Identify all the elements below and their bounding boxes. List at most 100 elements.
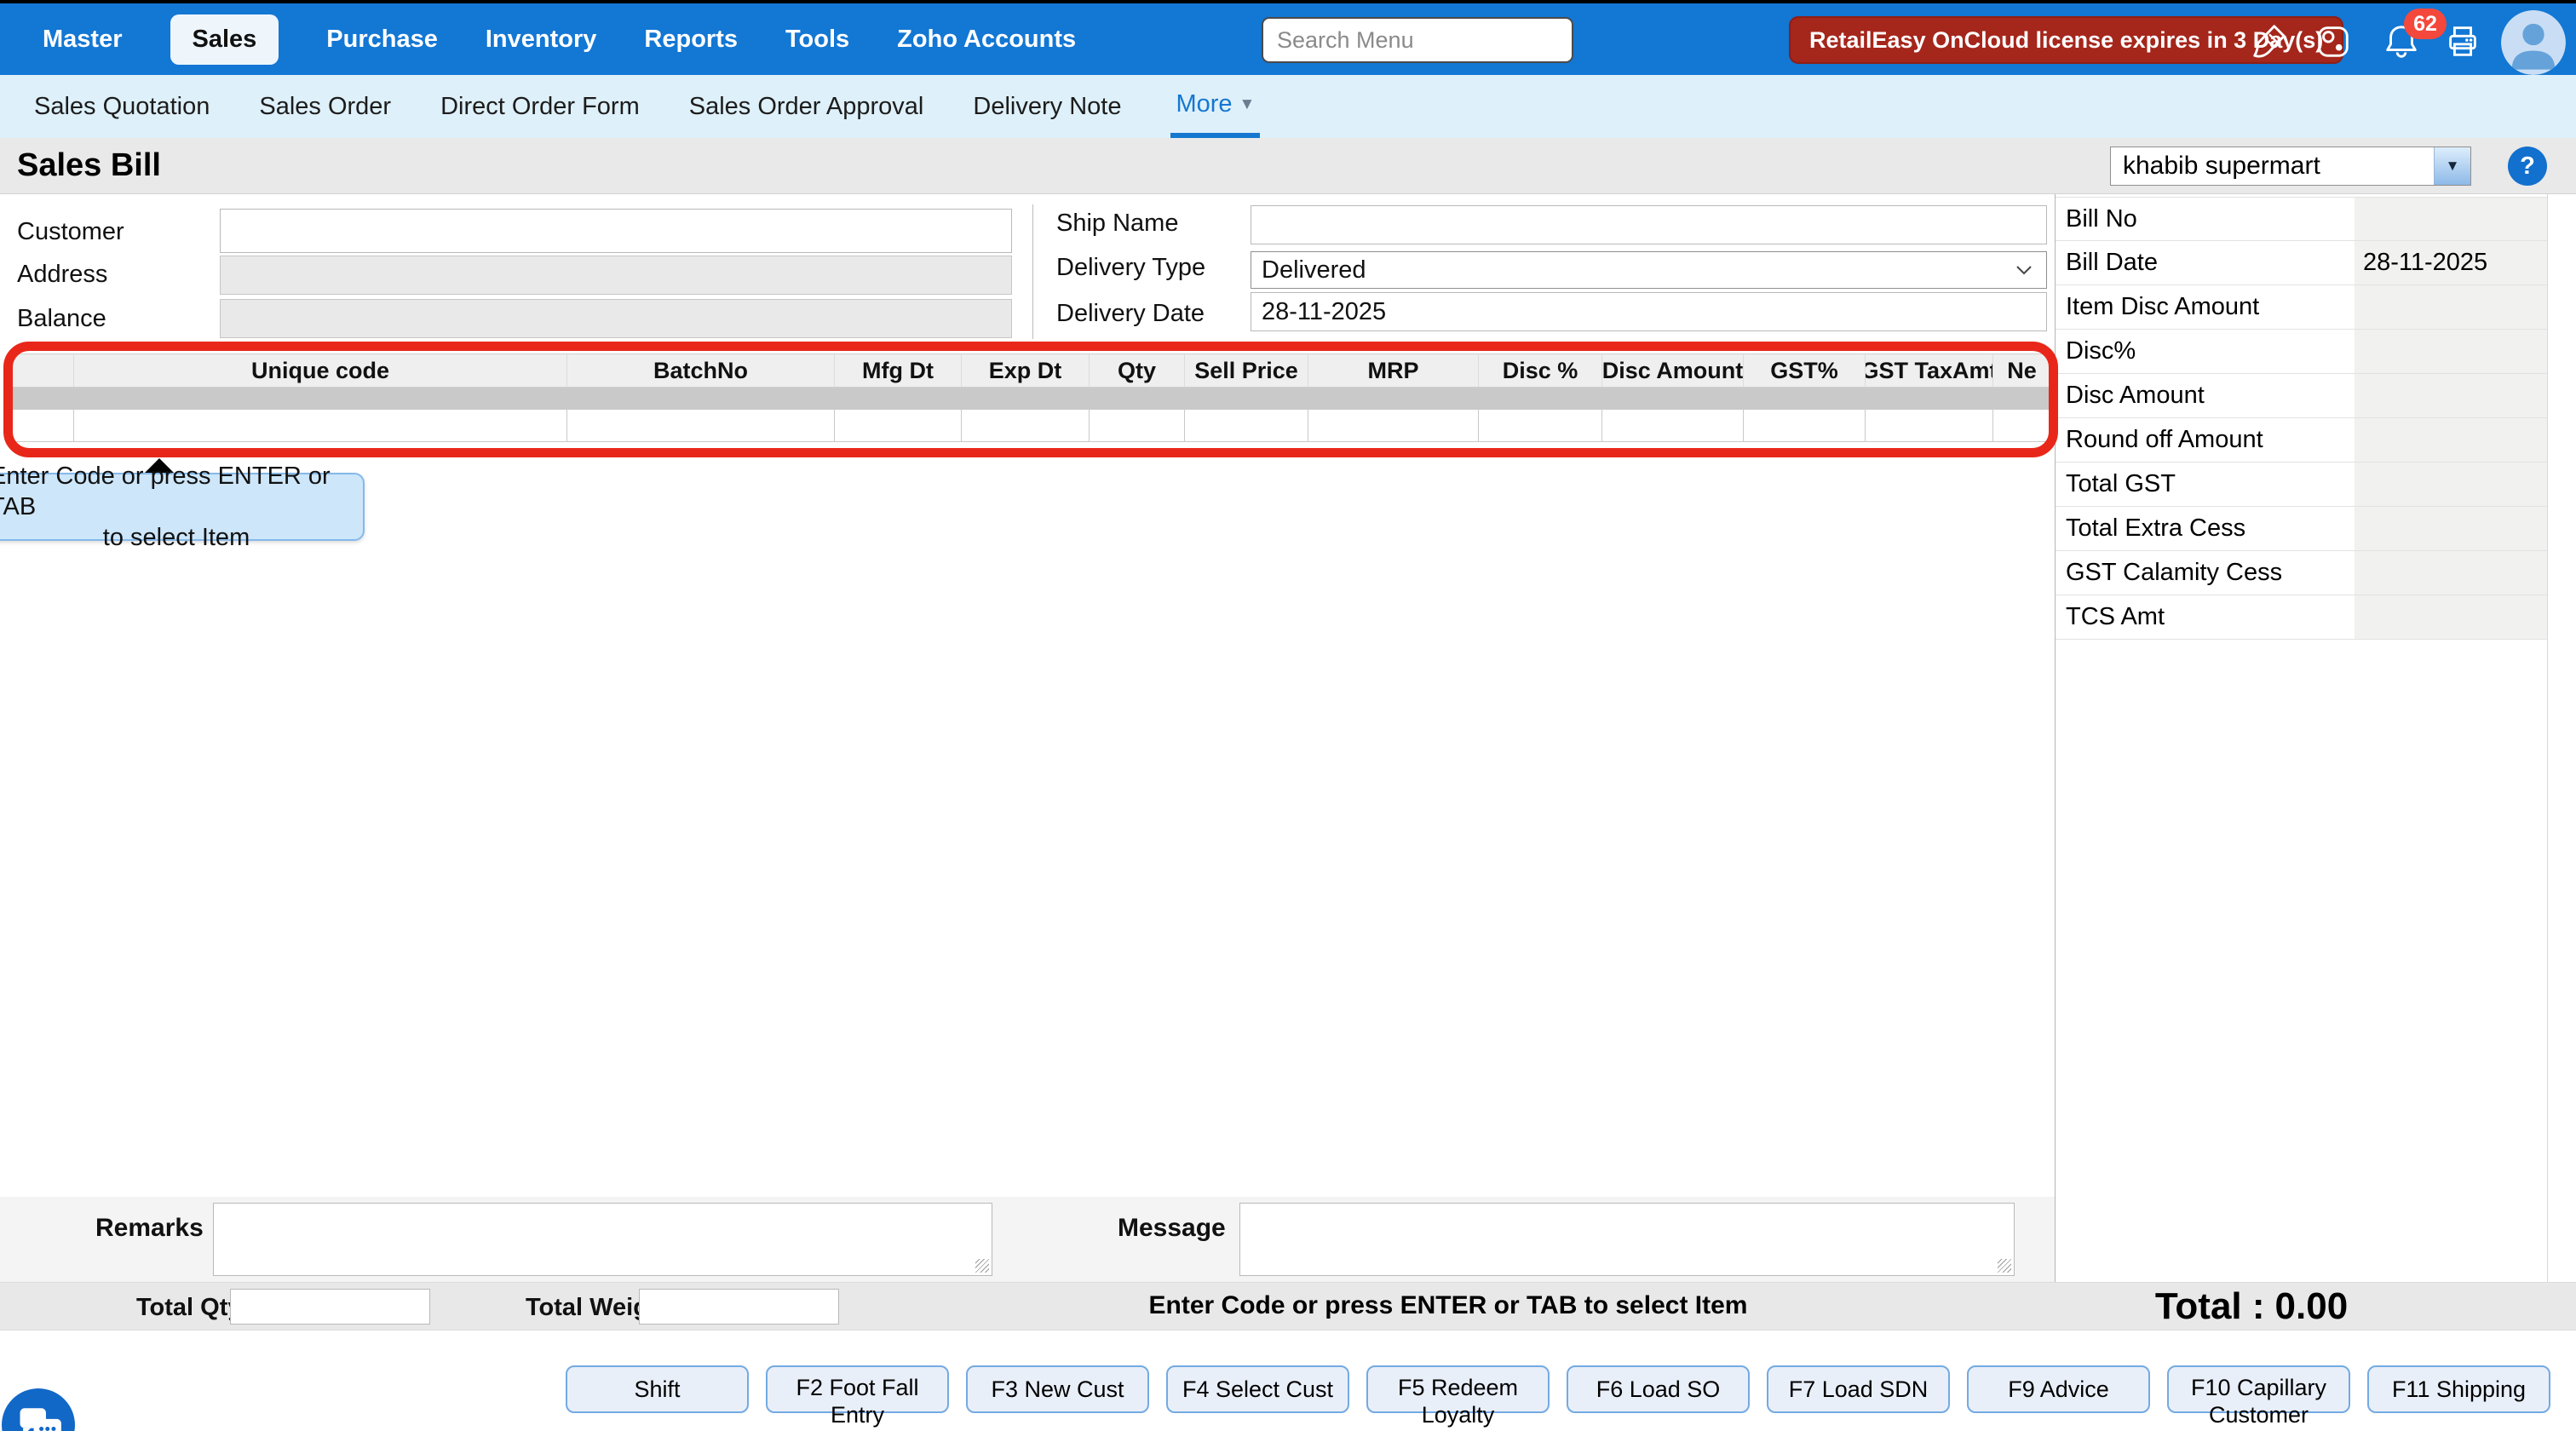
summary-label: Total GST	[2056, 463, 2351, 506]
offers-icon[interactable]	[2314, 22, 2353, 61]
chat-icon[interactable]	[2, 1388, 75, 1431]
address-label: Address	[17, 261, 107, 289]
item-code-hint: Enter Code or press ENTER or TAB to sele…	[1149, 1291, 1748, 1320]
summary-row-tcs-amt: TCS Amt	[2056, 595, 2547, 640]
ship-name-input[interactable]	[1251, 205, 2047, 244]
entry-cell-exp-dt[interactable]	[962, 410, 1090, 442]
nav-item-tools[interactable]: Tools	[785, 26, 849, 54]
entry-cell-disc-pct[interactable]	[1479, 410, 1602, 442]
summary-row-bill-no: Bill No	[2056, 197, 2547, 241]
entry-cell-rownum[interactable]	[9, 410, 74, 442]
column-header-unique-code: Unique code	[74, 353, 567, 388]
delivery-date-input[interactable]	[1251, 292, 2047, 331]
entry-cell-batchno[interactable]	[567, 410, 835, 442]
entry-cell-mrp[interactable]	[1308, 410, 1479, 442]
f9-advice-button[interactable]: F9 Advice	[1967, 1365, 2150, 1413]
summary-right-border	[2547, 194, 2548, 1282]
f10-capillary-customer-button[interactable]: F10 Capillary Customer	[2167, 1365, 2350, 1413]
summary-row-total-gst: Total GST	[2056, 463, 2547, 507]
total-qty-input[interactable]	[230, 1289, 430, 1325]
summary-label: TCS Amt	[2056, 595, 2351, 639]
f11-shipping-button[interactable]: F11 Shipping	[2367, 1365, 2550, 1413]
f5-redeem-loyalty-button[interactable]: F5 Redeem Loyalty	[1366, 1365, 1550, 1413]
entry-cell-gst-taxamt[interactable]	[1866, 410, 1993, 442]
column-header-exp-dt: Exp Dt	[962, 353, 1090, 388]
column-header-gst-pct: GST%	[1744, 353, 1866, 388]
subnav-sales-quotation[interactable]: Sales Quotation	[34, 75, 210, 138]
sales-bill-screen: Master Sales Purchase Inventory Reports …	[0, 0, 2576, 1431]
help-icon[interactable]: ?	[2508, 147, 2547, 186]
summary-label: Bill No	[2056, 198, 2351, 240]
nav-item-inventory[interactable]: Inventory	[486, 26, 597, 54]
summary-value	[2351, 330, 2547, 373]
remarks-textarea[interactable]	[213, 1203, 992, 1276]
grand-total-value: 0.00	[2275, 1285, 2349, 1328]
nav-item-purchase[interactable]: Purchase	[326, 26, 438, 54]
column-header-gst-taxamt: GST TaxAmt	[1866, 353, 1993, 388]
nav-item-master[interactable]: Master	[43, 26, 123, 54]
entry-cell-qty[interactable]	[1090, 410, 1185, 442]
nav-item-sales[interactable]: Sales	[170, 14, 279, 65]
subnav-delivery-note[interactable]: Delivery Note	[973, 75, 1121, 138]
subnav-sales-order-approval[interactable]: Sales Order Approval	[689, 75, 924, 138]
user-avatar[interactable]	[2501, 10, 2566, 75]
main-menu: Master Sales Purchase Inventory Reports …	[0, 14, 1076, 65]
subnav-sales-order[interactable]: Sales Order	[259, 75, 391, 138]
summary-label: Total Extra Cess	[2056, 507, 2351, 550]
chevron-down-icon: ▼	[1239, 96, 1256, 112]
page-title: Sales Bill	[17, 147, 161, 184]
column-header-mrp: MRP	[1308, 353, 1479, 388]
f3-new-cust-button[interactable]: F3 New Cust	[966, 1365, 1149, 1413]
f6-load-so-button[interactable]: F6 Load SO	[1567, 1365, 1750, 1413]
bill-summary-panel: Bill No Bill Date 28-11-2025 Item Disc A…	[2055, 194, 2547, 1282]
grid-separator-row	[9, 388, 2051, 410]
f7-load-sdn-button[interactable]: F7 Load SDN	[1767, 1365, 1950, 1413]
delivery-date-label: Delivery Date	[1056, 300, 1205, 328]
totals-strip: Total Qty Total Weight Enter Code or pre…	[0, 1282, 2576, 1330]
column-header-mfg-dt: Mfg Dt	[835, 353, 962, 388]
message-textarea[interactable]	[1239, 1203, 2015, 1276]
summary-label: Item Disc Amount	[2056, 285, 2351, 329]
column-header-sell-price: Sell Price	[1185, 353, 1308, 388]
summary-value	[2351, 507, 2547, 550]
delivery-type-label: Delivery Type	[1056, 254, 1205, 282]
delivery-type-select[interactable]: Delivered	[1251, 251, 2047, 289]
announcement-brush-icon[interactable]	[2249, 22, 2288, 61]
nav-item-zoho-accounts[interactable]: Zoho Accounts	[897, 26, 1076, 54]
entry-cell-net-amount[interactable]	[1993, 410, 2051, 442]
entry-cell-unique-code[interactable]	[74, 410, 567, 442]
entry-cell-sell-price[interactable]	[1185, 410, 1308, 442]
shift-button[interactable]: Shift	[566, 1365, 749, 1413]
entry-cell-disc-amount[interactable]	[1602, 410, 1744, 442]
subnav-more-menu[interactable]: More ▼	[1170, 75, 1260, 138]
chevron-down-icon	[2015, 265, 2033, 276]
dropdown-arrow-icon[interactable]: ▼	[2434, 147, 2470, 185]
column-header-rownum	[9, 353, 74, 388]
item-grid: Unique code BatchNo Mfg Dt Exp Dt Qty Se…	[9, 353, 2051, 442]
f2-foot-fall-entry-button[interactable]: F2 Foot Fall Entry	[766, 1365, 949, 1413]
summary-value	[2351, 551, 2547, 595]
entry-cell-mfg-dt[interactable]	[835, 410, 962, 442]
summary-row-bill-date: Bill Date 28-11-2025	[2056, 241, 2547, 285]
ship-name-label: Ship Name	[1056, 210, 1178, 238]
summary-value	[2351, 374, 2547, 417]
entry-cell-gst-pct[interactable]	[1744, 410, 1866, 442]
tooltip-line1: Enter Code or press ENTER or TAB	[0, 461, 363, 522]
total-weight-input[interactable]	[639, 1289, 839, 1325]
delivery-type-value: Delivered	[1251, 256, 2015, 284]
subnav-direct-order-form[interactable]: Direct Order Form	[440, 75, 640, 138]
notification-count-badge: 62	[2404, 9, 2447, 39]
column-header-disc-pct: Disc %	[1479, 353, 1602, 388]
f4-select-cust-button[interactable]: F4 Select Cust	[1166, 1365, 1349, 1413]
customer-input[interactable]	[220, 209, 1012, 253]
search-input[interactable]	[1262, 17, 1573, 63]
address-input	[220, 256, 1012, 295]
customer-label: Customer	[17, 218, 124, 246]
message-label: Message	[1118, 1214, 1226, 1243]
nav-item-reports[interactable]: Reports	[644, 26, 738, 54]
printer-icon[interactable]	[2443, 22, 2482, 61]
column-header-disc-amount: Disc Amount	[1602, 353, 1744, 388]
summary-value	[2351, 595, 2547, 639]
store-selector[interactable]: khabib supermart ▼	[2110, 147, 2471, 186]
summary-label: Round off Amount	[2056, 418, 2351, 462]
